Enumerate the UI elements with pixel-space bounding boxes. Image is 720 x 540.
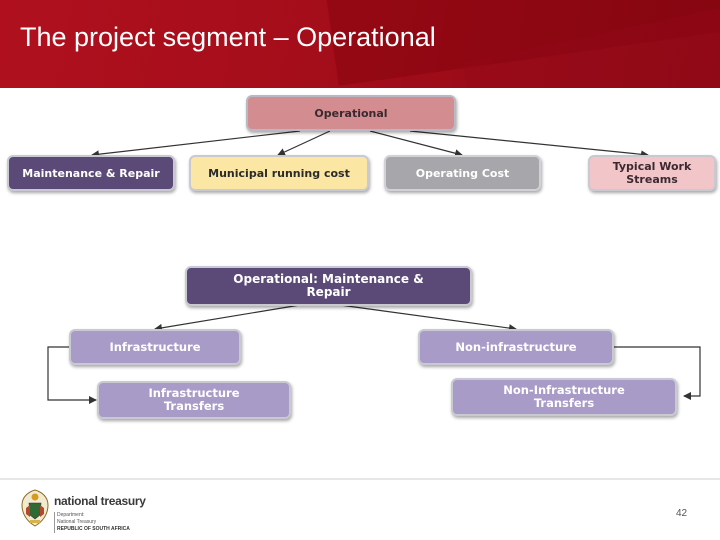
node-non-infrastructure-transfers: Non-Infrastructure Transfers <box>451 378 677 416</box>
coat-of-arms-icon <box>21 489 49 527</box>
brand-department-label: Department: <box>57 512 85 518</box>
connector-operational-to-maintenance <box>91 130 301 159</box>
node-maintenance-repair: Maintenance & Repair <box>7 155 175 191</box>
page-number: 42 <box>676 508 688 519</box>
brand-department-block: Department: National Treasury REPUBLIC O… <box>54 512 146 533</box>
brand-department-name: National Treasury <box>57 519 97 525</box>
brand-name: national treasury <box>54 494 146 508</box>
node-municipal-running-cost: Municipal running cost <box>189 155 369 191</box>
node-operational: Operational <box>246 95 456 131</box>
connector-omr-to-infrastructure <box>154 304 301 332</box>
node-infrastructure-transfers: Infrastructure Transfers <box>97 381 291 419</box>
node-non-infrastructure: Non-infrastructure <box>418 329 614 365</box>
brand-country: REPUBLIC OF SOUTH AFRICA <box>57 526 130 532</box>
node-operational-maintenance-repair: Operational: Maintenance & Repair <box>185 266 472 306</box>
footer-divider <box>0 478 720 480</box>
national-treasury-logo: national treasury Department: National T… <box>54 494 146 533</box>
node-typical-work-streams: Typical Work Streams <box>588 155 716 191</box>
node-infrastructure: Infrastructure <box>69 329 241 365</box>
connector-operational-to-municipal <box>277 130 331 156</box>
connector-operational-to-workstreams <box>409 130 649 159</box>
node-operating-cost: Operating Cost <box>384 155 541 191</box>
connector-omr-to-noninfrastructure <box>339 304 517 333</box>
